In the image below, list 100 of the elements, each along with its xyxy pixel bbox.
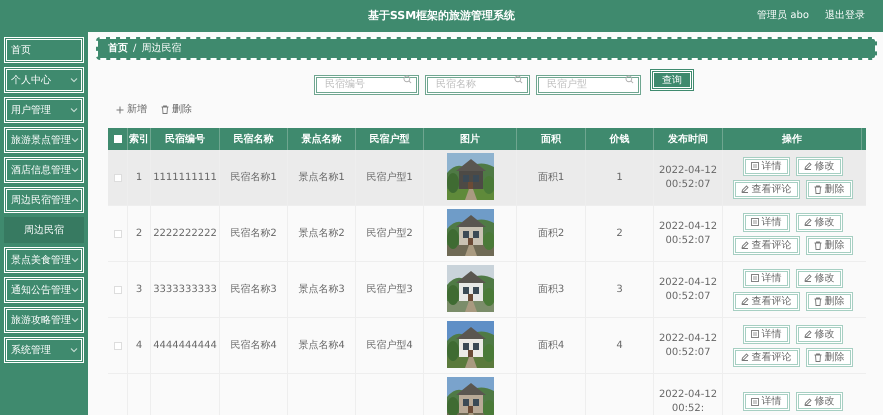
price-cell-text: 1 <box>616 171 623 185</box>
pencil-icon <box>804 330 812 338</box>
time-cell-text: 2022-04-12 00:52:07 <box>658 164 718 192</box>
search-button[interactable]: 查询 <box>651 70 693 90</box>
row-action-button[interactable]: 详情 <box>742 268 790 288</box>
name-cell-text: 民宿名称2 <box>230 226 277 241</box>
document-icon <box>750 398 758 406</box>
row-action-button[interactable]: 详情 <box>742 156 790 176</box>
row-checkbox[interactable] <box>114 342 122 350</box>
row-action-button[interactable]: 删除 <box>806 180 852 198</box>
row-action-button[interactable]: 详情 <box>742 324 790 344</box>
row-action-button[interactable]: 修改 <box>796 324 842 344</box>
code-cell-text: 1111111111 <box>153 171 217 185</box>
index-cell-text: 4 <box>136 339 142 353</box>
type-cell-text: 民宿户型4 <box>366 338 413 353</box>
area-cell-text: 面积4 <box>538 339 564 353</box>
row-action-button[interactable]: 修改 <box>796 392 842 411</box>
menu-item[interactable]: 旅游攻略管理 <box>4 307 84 333</box>
pencil-icon <box>804 274 812 282</box>
search-icon <box>625 75 634 84</box>
search-field[interactable]: 民宿户型 <box>536 74 641 94</box>
row-action-button[interactable]: 详情 <box>742 392 790 411</box>
row-action-button[interactable]: 详情 <box>742 212 790 232</box>
search-icon <box>403 75 412 84</box>
row-action-button[interactable]: 查看评论 <box>732 180 800 198</box>
area-cell-text: 面积3 <box>538 283 564 297</box>
user-label: 管理员 abo <box>757 9 809 23</box>
trash-icon <box>814 296 822 306</box>
row-action-button[interactable]: 修改 <box>796 156 842 176</box>
delete-button[interactable]: 删除 <box>161 102 192 117</box>
row-checkbox[interactable] <box>114 230 122 238</box>
time-cell-text: 2022-04-12 00:52: <box>658 388 718 415</box>
pencil-icon <box>804 162 812 170</box>
pencil-icon <box>740 185 748 193</box>
price-cell-text: 3 <box>616 283 623 297</box>
area-cell-text: 面积2 <box>538 227 564 241</box>
name-cell-text: 民宿名称1 <box>230 170 277 185</box>
price-cell-text: 2 <box>616 227 623 241</box>
row-action-button[interactable]: 删除 <box>806 348 852 366</box>
type-cell-text: 民宿户型3 <box>366 282 413 297</box>
document-icon <box>750 330 758 338</box>
area-cell-text: 面积1 <box>538 171 564 185</box>
index-cell-text: 3 <box>136 283 142 297</box>
row-action-button[interactable]: 修改 <box>796 268 842 288</box>
type-cell-text: 民宿户型1 <box>366 170 413 185</box>
pencil-icon <box>804 398 812 406</box>
code-cell-text: 2222222222 <box>153 227 217 241</box>
trash-icon <box>161 105 169 114</box>
row-action-button[interactable]: 查看评论 <box>732 292 800 310</box>
spot-cell-text: 景点名称1 <box>298 170 345 185</box>
add-button[interactable]: 新增 <box>116 102 147 117</box>
time-cell-text: 2022-04-12 00:52:07 <box>658 276 718 304</box>
pencil-icon <box>804 218 812 226</box>
row-checkbox[interactable] <box>114 286 122 294</box>
menu-item[interactable]: 周边民宿管理 <box>4 187 84 213</box>
trash-icon <box>814 240 822 250</box>
menu-item[interactable]: 景点美食管理 <box>4 247 84 273</box>
breadcrumb-item[interactable]: 周边民宿 <box>141 41 182 56</box>
pencil-icon <box>740 241 748 249</box>
spot-cell-text: 景点名称3 <box>298 282 345 297</box>
breadcrumb-item[interactable]: 首页 <box>108 41 128 56</box>
row-action-button[interactable]: 删除 <box>806 292 852 310</box>
search-field[interactable]: 民宿编号 <box>314 74 419 94</box>
plus-icon <box>116 106 124 114</box>
search-field[interactable]: 民宿名称 <box>425 74 530 94</box>
menu-item[interactable]: 用户管理 <box>4 97 84 123</box>
pencil-icon <box>740 297 748 305</box>
menu-item[interactable]: 酒店信息管理 <box>4 157 84 183</box>
time-cell-text: 2022-04-12 00:52:07 <box>658 220 718 248</box>
code-cell-text: 4444444444 <box>153 339 217 353</box>
price-cell-text: 4 <box>616 339 623 353</box>
submenu-item[interactable]: 周边民宿 <box>4 217 84 243</box>
index-cell-text: 2 <box>136 227 142 241</box>
type-cell-text: 民宿户型2 <box>366 226 413 241</box>
row-action-button[interactable]: 查看评论 <box>732 236 800 254</box>
search-icon <box>514 75 523 84</box>
pencil-icon <box>740 353 748 361</box>
code-cell-text: 3333333333 <box>153 283 217 297</box>
spot-cell-text: 景点名称2 <box>298 226 345 241</box>
time-cell-text: 2022-04-12 00:52:07 <box>658 332 718 360</box>
spot-cell-text: 景点名称4 <box>298 338 345 353</box>
index-cell-text: 1 <box>136 171 142 185</box>
name-cell-text: 民宿名称4 <box>230 338 277 353</box>
menu-item[interactable]: 个人中心 <box>4 67 84 93</box>
menu-item[interactable]: 旅游景点管理 <box>4 127 84 153</box>
breadcrumb-separator: / <box>133 42 136 56</box>
row-action-button[interactable]: 修改 <box>796 212 842 232</box>
row-action-button[interactable]: 查看评论 <box>732 348 800 366</box>
document-icon <box>750 162 758 170</box>
row-checkbox[interactable] <box>114 174 122 182</box>
select-all-checkbox[interactable] <box>114 135 122 143</box>
logout-link[interactable]: 退出登录 <box>825 8 865 23</box>
menu-item[interactable]: 通知公告管理 <box>4 277 84 303</box>
app-title: 基于SSM框架的旅游管理系统 <box>368 8 516 24</box>
name-cell-text: 民宿名称3 <box>230 282 277 297</box>
menu-item[interactable]: 首页 <box>4 37 84 63</box>
row-action-button[interactable]: 删除 <box>806 236 852 254</box>
trash-icon <box>814 184 822 194</box>
menu-item[interactable]: 系统管理 <box>4 337 84 363</box>
document-icon <box>750 274 758 282</box>
